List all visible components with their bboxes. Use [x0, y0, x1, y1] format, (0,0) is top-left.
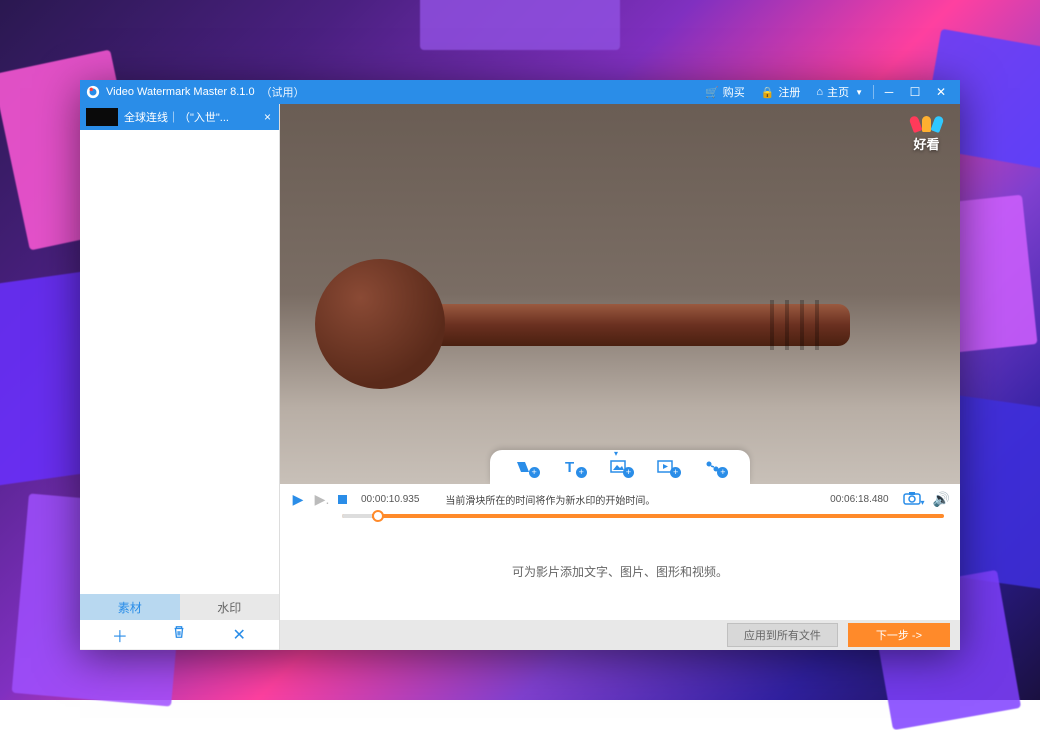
next-button[interactable]: 下一步 ->: [848, 623, 950, 647]
video-preview[interactable]: 好看 + T + ▾ +: [280, 104, 960, 484]
add-text-watermark[interactable]: T +: [559, 455, 587, 479]
apply-all-button[interactable]: 应用到所有文件: [727, 623, 838, 647]
timeline-row: ▶ ▶. 00:00:10.935 当前滑块所在的时间将作为新水印的开始时间。 …: [280, 484, 960, 514]
time-current: 00:00:10.935: [361, 494, 419, 505]
svg-text:T: T: [565, 459, 574, 476]
info-text: 可为影片添加文字、图片、图形和视频。: [512, 563, 728, 580]
app-title: Video Watermark Master 8.1.0: [106, 86, 255, 98]
file-tab[interactable]: 全球连线｜（"入世"... ×: [80, 104, 279, 130]
sidebar-actions: ＋ ✕: [80, 620, 279, 650]
watermark-brand-text: 好看: [911, 134, 942, 153]
register-label: 注册: [778, 84, 800, 100]
video-frame: [280, 104, 960, 484]
sidebar-body: [80, 130, 279, 594]
buy-button[interactable]: 🛒 购买: [697, 80, 753, 104]
home-button[interactable]: ⌂ 主页 ▼: [808, 80, 871, 104]
camera-icon: [903, 491, 921, 505]
add-image-watermark[interactable]: ▾ +: [606, 455, 634, 479]
plus-icon: +: [670, 467, 681, 478]
chevron-down-icon: ▼: [855, 88, 863, 97]
delete-button[interactable]: [167, 625, 191, 644]
sidebar: 全球连线｜（"入世"... × 素材 水印 ＋ ✕: [80, 104, 280, 650]
home-label: 主页: [827, 84, 849, 100]
step-button[interactable]: ▶.: [314, 491, 330, 508]
play-button[interactable]: ▶: [290, 491, 306, 508]
tab-material[interactable]: 素材: [80, 594, 180, 620]
video-watermark-logo: 好看: [911, 116, 942, 153]
sidebar-tabs: 素材 水印: [80, 594, 279, 620]
plus-icon: +: [623, 467, 634, 478]
app-icon: [86, 85, 100, 99]
timeline-hint: 当前滑块所在的时间将作为新水印的开始时间。: [445, 492, 655, 507]
main-area: 好看 + T + ▾ +: [280, 104, 960, 650]
chevron-down-icon: ▾: [614, 449, 618, 458]
maximize-button[interactable]: ☐: [902, 85, 928, 99]
timeline-track[interactable]: [342, 514, 944, 518]
stop-button[interactable]: [338, 495, 347, 504]
plus-icon: +: [529, 467, 540, 478]
home-icon: ⌂: [816, 86, 823, 98]
add-button[interactable]: ＋: [108, 623, 132, 647]
snapshot-button[interactable]: ▾: [903, 491, 925, 508]
bottom-bar: 应用到所有文件 下一步 ->: [280, 620, 960, 650]
plus-icon: +: [717, 467, 728, 478]
trash-icon: [172, 625, 186, 639]
clear-button[interactable]: ✕: [227, 625, 251, 645]
time-total: 00:06:18.480: [830, 494, 888, 505]
volume-button[interactable]: 🔊: [933, 491, 950, 508]
add-effect-watermark[interactable]: +: [700, 455, 728, 479]
file-tab-close[interactable]: ×: [262, 110, 273, 124]
watermark-tool-tray: + T + ▾ + +: [490, 450, 750, 484]
lock-icon: 🔒: [761, 86, 775, 99]
close-button[interactable]: ✕: [928, 85, 954, 99]
register-button[interactable]: 🔒 注册: [753, 80, 809, 104]
titlebar[interactable]: Video Watermark Master 8.1.0 （试用） 🛒 购买 🔒…: [80, 80, 960, 104]
file-tab-label: 全球连线｜（"入世"...: [124, 109, 256, 125]
buy-label: 购买: [723, 84, 745, 100]
minimize-button[interactable]: ─: [876, 85, 902, 99]
cart-icon: 🛒: [705, 86, 719, 99]
add-shape-watermark[interactable]: +: [512, 455, 540, 479]
info-area: 可为影片添加文字、图片、图形和视频。: [280, 522, 960, 620]
file-thumbnail: [86, 108, 118, 126]
plus-icon: +: [576, 467, 587, 478]
trial-label: （试用）: [261, 84, 305, 100]
app-window: Video Watermark Master 8.1.0 （试用） 🛒 购买 🔒…: [80, 80, 960, 650]
tab-watermark[interactable]: 水印: [180, 594, 280, 620]
timeline-thumb[interactable]: [372, 510, 384, 522]
add-video-watermark[interactable]: +: [653, 455, 681, 479]
